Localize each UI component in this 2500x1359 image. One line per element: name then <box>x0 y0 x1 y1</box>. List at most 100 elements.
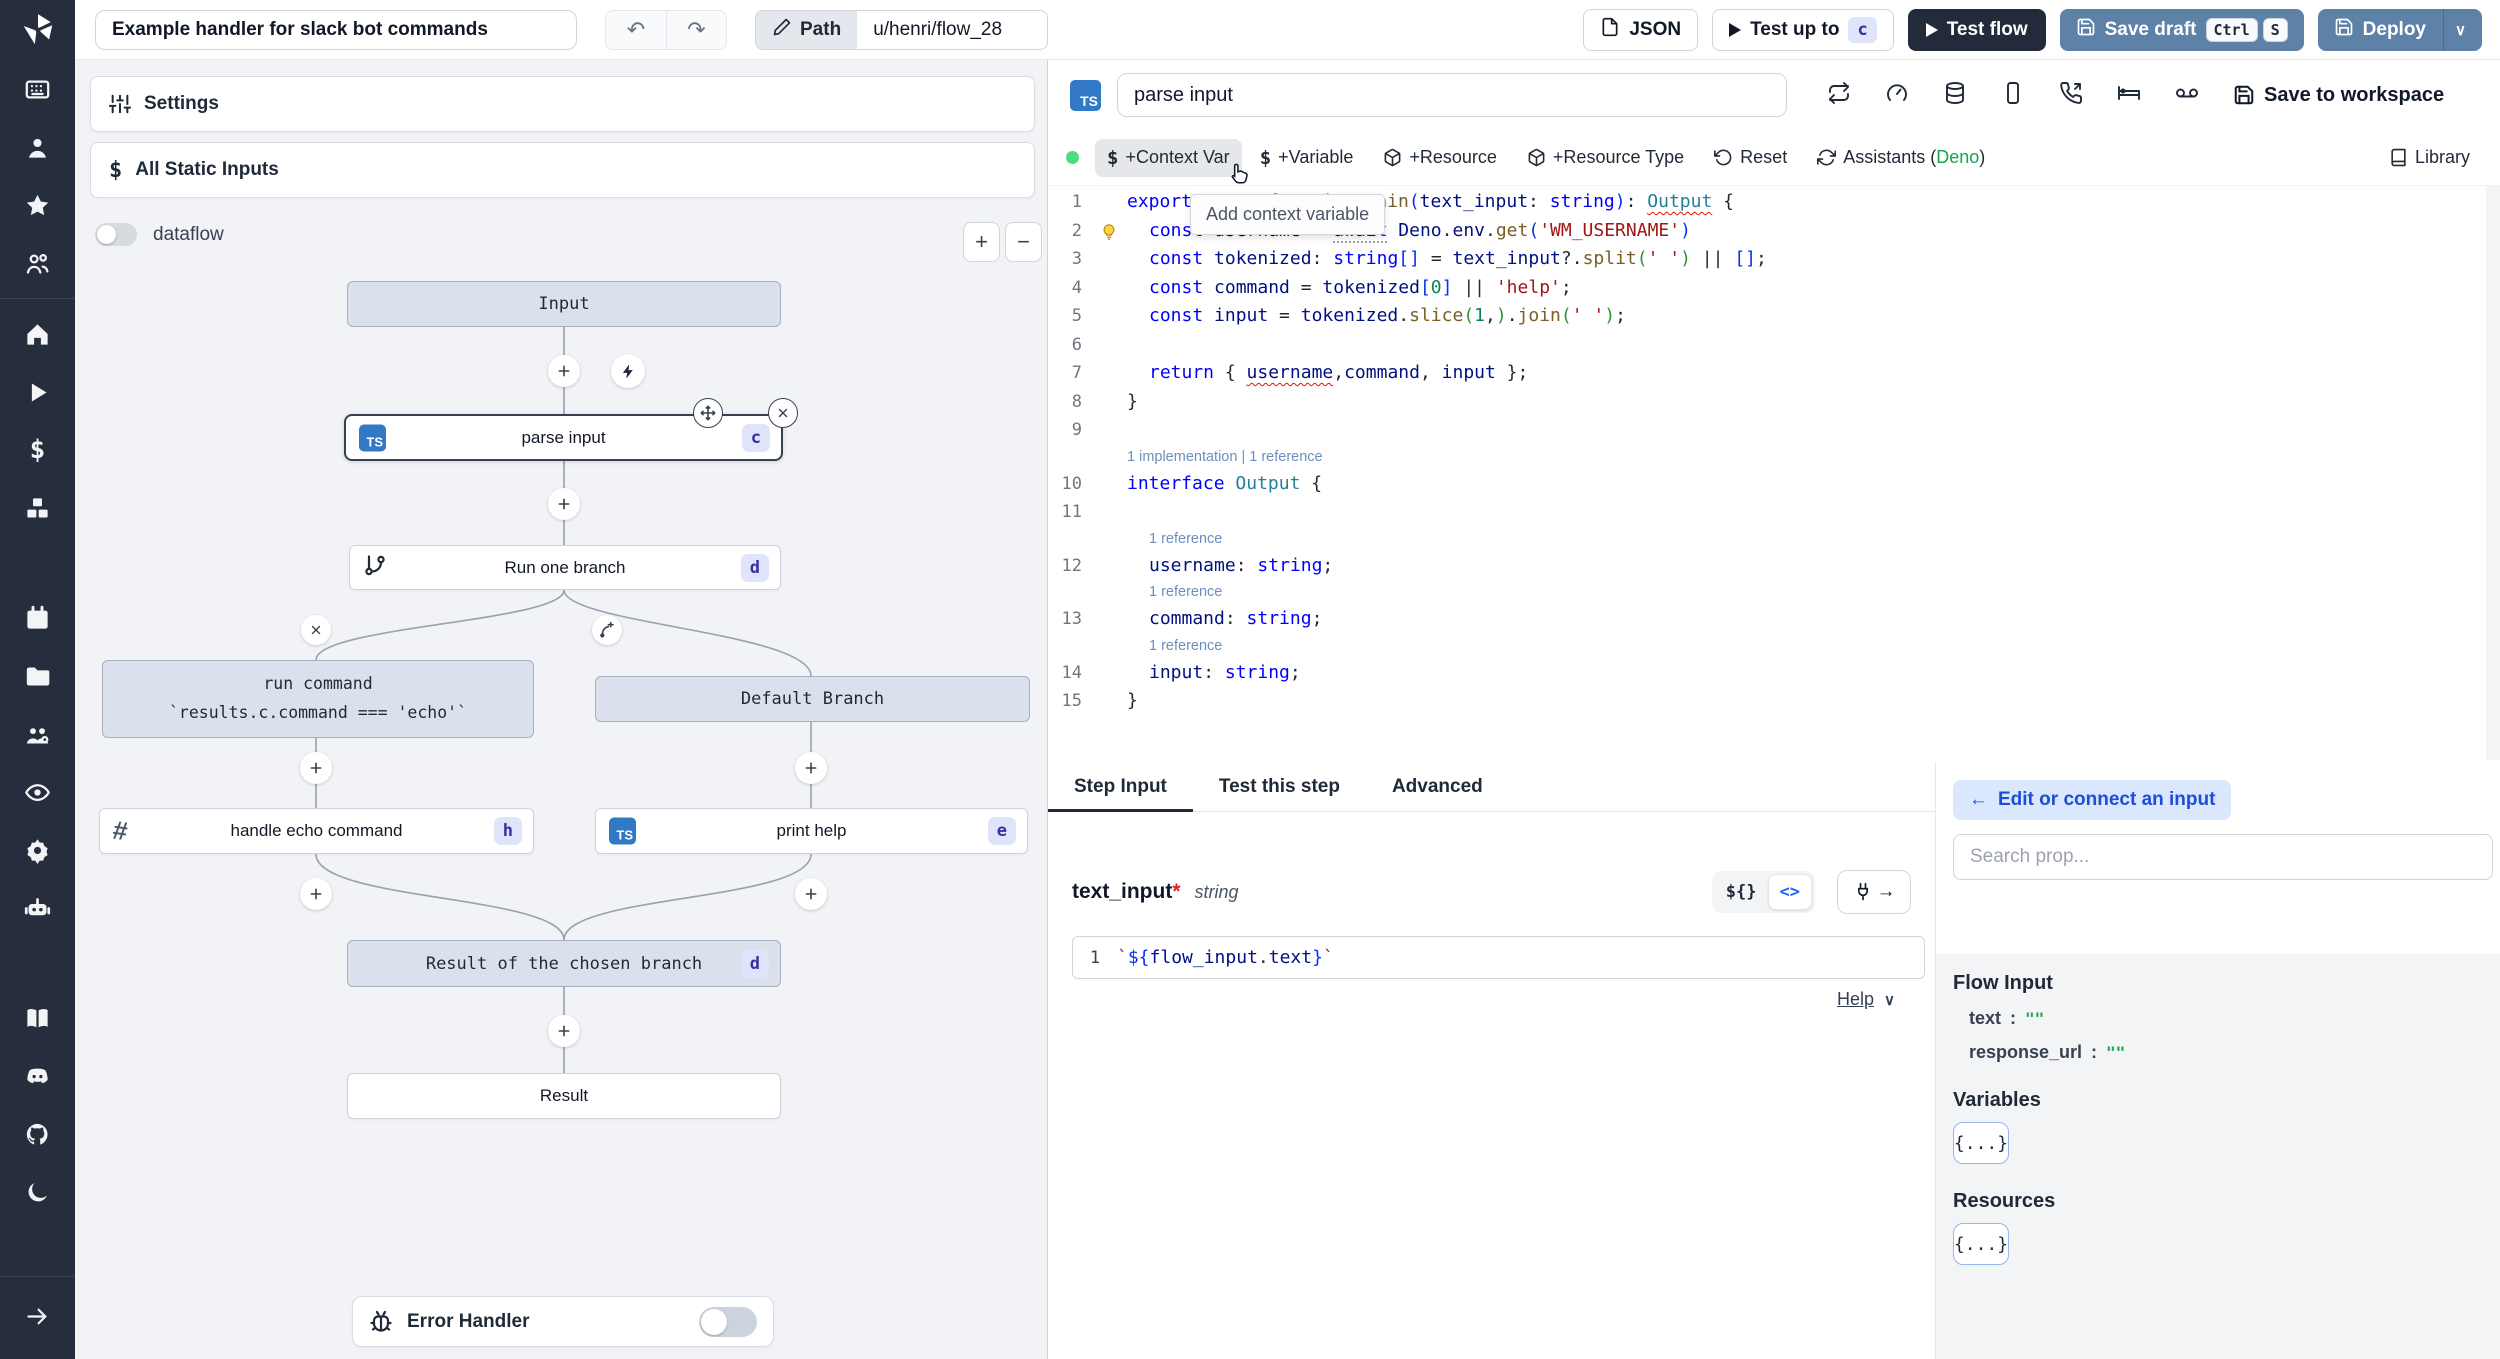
sidebar-item-variables-icon[interactable]: $ <box>0 421 75 479</box>
flow-title-input[interactable]: Example handler for slack bot commands <box>95 9 577 50</box>
add-step-button[interactable] <box>795 752 827 784</box>
suspend-mobile-icon[interactable] <box>2001 81 2025 110</box>
codelens[interactable]: 1 reference <box>1048 634 2500 659</box>
flow-input-prop-text[interactable]: text: "" <box>1969 1008 2500 1029</box>
sidebar-item-workspace-icon[interactable] <box>0 60 75 118</box>
node-result[interactable]: Result <box>347 1073 781 1119</box>
step-name-input[interactable]: parse input <box>1117 73 1787 117</box>
sidebar-item-folders-icon[interactable] <box>0 647 75 705</box>
remove-branch-button[interactable] <box>301 615 331 645</box>
context-var-button[interactable]: $ +Context Var <box>1095 138 1242 177</box>
save-to-workspace-button[interactable]: Save to workspace <box>2233 84 2444 107</box>
lightbulb-icon[interactable] <box>1100 222 1118 240</box>
sidebar-item-runs-icon[interactable] <box>0 363 75 421</box>
code-line[interactable]: 7 return { username,command, input }; <box>1048 359 2500 388</box>
sidebar-item-discord-icon[interactable] <box>0 1047 75 1105</box>
tab-step-input[interactable]: Step Input <box>1048 762 1193 812</box>
reset-button[interactable]: Reset <box>1702 139 1799 176</box>
code-line[interactable]: 3 const tokenized: string[] = text_input?… <box>1048 245 2500 274</box>
tab-test-this-step[interactable]: Test this step <box>1219 762 1340 811</box>
sidebar-item-groups-icon[interactable] <box>0 705 75 763</box>
sidebar-item-home-icon[interactable] <box>0 305 75 363</box>
add-step-button[interactable] <box>795 878 827 910</box>
sidebar-item-schedules-icon[interactable] <box>0 589 75 647</box>
codelens[interactable]: 1 reference <box>1048 580 2500 605</box>
error-handler-toggle[interactable] <box>699 1306 757 1337</box>
test-up-to-button[interactable]: Test up to c <box>1712 8 1894 51</box>
cache-database-icon[interactable] <box>1943 81 1967 110</box>
variable-button[interactable]: $ +Variable <box>1248 139 1366 177</box>
sidebar-item-docs-icon[interactable] <box>0 989 75 1047</box>
code-line[interactable]: 8} <box>1048 388 2500 417</box>
code-line[interactable]: 12 username: string; <box>1048 552 2500 581</box>
test-flow-button[interactable]: Test flow <box>1907 8 2046 51</box>
connect-input-button[interactable]: → <box>1837 870 1911 914</box>
mock-voicemail-icon[interactable] <box>2175 81 2199 110</box>
node-default-branch[interactable]: Default Branch <box>595 676 1030 722</box>
resource-button[interactable]: +Resource <box>1371 139 1509 176</box>
redo-button[interactable]: ↷ <box>666 10 726 49</box>
library-button[interactable]: Library <box>2377 139 2482 176</box>
code-line[interactable]: 13 command: string; <box>1048 605 2500 634</box>
sidebar-item-audit-logs-icon[interactable] <box>0 763 75 821</box>
flow-input-prop-response_url[interactable]: response_url: "" <box>1969 1042 2500 1063</box>
sidebar-item-favorites-icon[interactable] <box>0 176 75 234</box>
edit-or-connect-button[interactable]: ← Edit or connect an input <box>1953 780 2232 820</box>
node-run-one-branch[interactable]: Run one branch d <box>349 545 781 590</box>
code-line[interactable]: 6 <box>1048 331 2500 360</box>
expand-sidebar-icon[interactable] <box>0 1287 75 1345</box>
sidebar-item-workers-icon[interactable] <box>0 879 75 937</box>
help-link[interactable]: Help <box>1837 989 1874 1010</box>
node-print-help[interactable]: TS print help e <box>595 808 1028 854</box>
sidebar-item-collaborators-icon[interactable] <box>0 234 75 292</box>
windmill-logo[interactable] <box>0 0 75 60</box>
delete-node-button[interactable] <box>768 398 798 428</box>
expression-editor[interactable]: 1 `${flow_input.text}` <box>1072 936 1925 979</box>
path-chip[interactable]: Path <box>756 10 858 49</box>
trigger-bolt-button[interactable] <box>611 354 645 388</box>
chevron-down-icon[interactable]: ∨ <box>1884 991 1895 1009</box>
code-line[interactable]: 5 const input = tokenized.slice(1,).join(… <box>1048 302 2500 331</box>
resource-type-button[interactable]: +Resource Type <box>1515 139 1696 176</box>
sidebar-item-settings-icon[interactable] <box>0 821 75 879</box>
scrollbar[interactable] <box>2486 186 2500 760</box>
sleep-bed-icon[interactable] <box>2117 81 2141 110</box>
sidebar-item-resources-icon[interactable] <box>0 479 75 537</box>
node-input[interactable]: Input <box>347 281 781 327</box>
variables-object-chip[interactable]: {...} <box>1953 1122 2009 1164</box>
codelens[interactable]: 1 implementation | 1 reference <box>1048 445 2500 470</box>
add-step-button[interactable] <box>300 752 332 784</box>
codelens[interactable]: 1 reference <box>1048 527 2500 552</box>
node-handle-echo-command[interactable]: # handle echo command h <box>99 808 534 854</box>
code-line[interactable]: 10 interface Output { <box>1048 470 2500 499</box>
code-line[interactable]: 4 const command = tokenized[0] || 'help'; <box>1048 274 2500 303</box>
chevron-down-icon[interactable]: ∨ <box>2455 21 2466 39</box>
search-prop-input[interactable] <box>1953 834 2493 880</box>
tab-advanced[interactable]: Advanced <box>1392 762 1483 811</box>
phone-incoming-icon[interactable] <box>2059 81 2083 110</box>
code-mode-button[interactable]: <> <box>1767 874 1812 910</box>
move-node-button[interactable] <box>693 398 723 428</box>
node-branch-result[interactable]: Result of the chosen branch d <box>347 940 781 987</box>
early-stop-gauge-icon[interactable] <box>1885 81 1909 110</box>
add-step-button[interactable] <box>300 878 332 910</box>
add-step-button[interactable] <box>548 355 580 387</box>
save-draft-button[interactable]: Save draft Ctrl S <box>2059 8 2304 51</box>
sidebar-item-user-icon[interactable] <box>0 118 75 176</box>
code-line[interactable]: 11 <box>1048 498 2500 527</box>
sidebar-item-dark-mode-icon[interactable] <box>0 1163 75 1221</box>
resources-object-chip[interactable]: {...} <box>1953 1223 2009 1265</box>
assistants-button[interactable]: Assistants (Deno) <box>1805 139 1997 176</box>
code-line[interactable]: 9 <box>1048 416 2500 445</box>
deploy-button[interactable]: Deploy ∨ <box>2317 8 2482 51</box>
code-line[interactable]: 14 input: string; <box>1048 659 2500 688</box>
code-editor[interactable]: 1export async function main(text_input: … <box>1048 186 2500 760</box>
retry-repeat-icon[interactable] <box>1827 81 1851 110</box>
json-button[interactable]: JSON <box>1583 8 1699 51</box>
node-run-command-branch[interactable]: run command `results.c.command === 'echo… <box>102 660 534 738</box>
path-value-input[interactable]: u/henri/flow_28 <box>857 11 1047 49</box>
add-step-button[interactable] <box>548 488 580 520</box>
sidebar-item-github-icon[interactable] <box>0 1105 75 1163</box>
undo-button[interactable]: ↶ <box>606 11 666 49</box>
code-line[interactable]: 15} <box>1048 687 2500 716</box>
